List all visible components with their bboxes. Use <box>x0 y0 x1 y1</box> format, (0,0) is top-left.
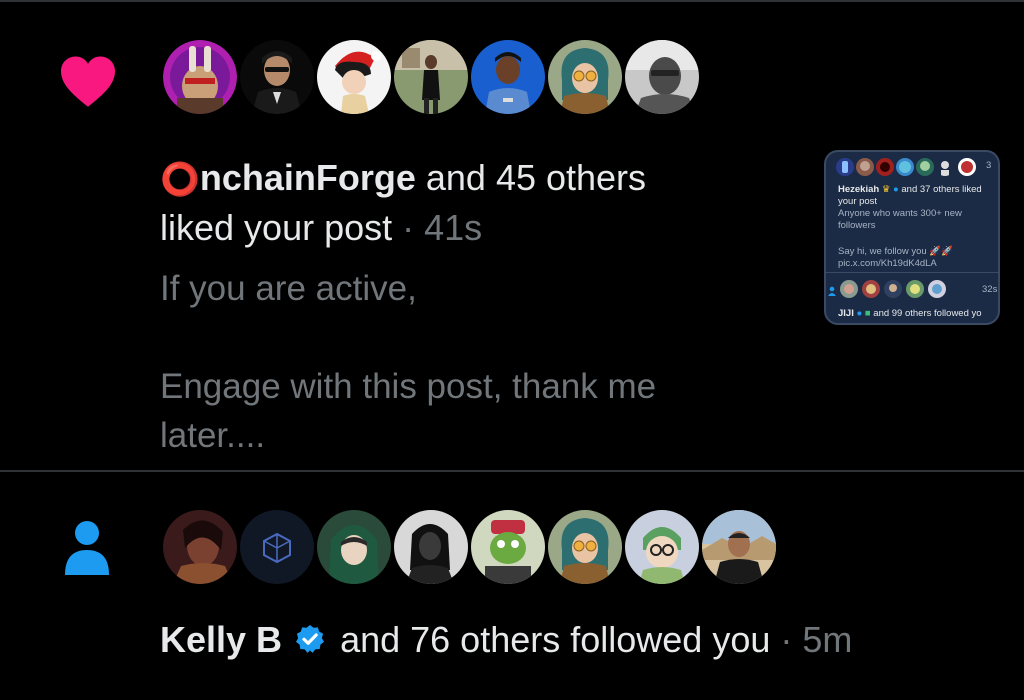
thumb-actor: Hezekiah <box>838 184 880 195</box>
avatar[interactable] <box>163 40 237 114</box>
avatar <box>896 158 914 176</box>
thumb-others: and 37 others liked <box>898 184 982 195</box>
avatar[interactable] <box>394 40 468 114</box>
avatar[interactable] <box>471 40 545 114</box>
crown-icon: ♛ <box>881 184 891 195</box>
person-icon <box>828 283 836 296</box>
thumb-follow-text: and 99 others followed yo <box>870 308 982 319</box>
timestamp: 5m <box>802 619 853 660</box>
avatar[interactable] <box>394 510 468 584</box>
others-text: and 45 others <box>415 157 647 198</box>
avatar <box>836 158 854 176</box>
thumb-line2: your post <box>838 196 878 207</box>
like-action-line: liked your post · 41s <box>160 206 482 250</box>
divider <box>826 272 998 273</box>
logo-glyph: ⭕ <box>160 161 200 197</box>
avatar <box>862 280 880 298</box>
avatar <box>906 280 924 298</box>
thumb-post-line2: followers <box>838 220 876 231</box>
thumb-follow-actor: JIJI <box>838 308 854 319</box>
thumb-follow-line: JIJI ● ■ and 99 others followed yo <box>838 308 982 320</box>
separator: · <box>392 207 425 248</box>
verified-icon <box>294 621 326 653</box>
thumb-post-line1: Anyone who wants 300+ new <box>838 208 962 219</box>
avatar <box>856 158 874 176</box>
actor-name[interactable]: nchainForge <box>200 157 416 198</box>
avatar[interactable] <box>163 510 237 584</box>
avatar[interactable] <box>625 40 699 114</box>
thumb-line: Hezekiah ♛ ● and 37 others liked <box>838 184 982 196</box>
avatar[interactable] <box>548 510 622 584</box>
notification-follow[interactable]: Kelly B and 76 others followed you · 5m <box>0 472 1024 700</box>
avatar <box>876 158 894 176</box>
separator: · <box>770 619 803 660</box>
avatar[interactable] <box>317 40 391 114</box>
verified-icon: ● <box>856 308 863 319</box>
avatar[interactable] <box>625 510 699 584</box>
avatar <box>928 280 946 298</box>
post-image-thumbnail[interactable]: 3 Hezekiah ♛ ● and 37 others liked your … <box>824 150 1000 325</box>
notification-like[interactable]: ⭕nchainForge and 45 others liked your po… <box>0 2 1024 472</box>
avatar[interactable] <box>471 510 545 584</box>
avatar[interactable] <box>317 510 391 584</box>
action-text: liked your post <box>160 207 393 248</box>
avatar[interactable] <box>240 40 314 114</box>
thumb-time2: 32s <box>982 284 998 295</box>
avatar <box>884 280 902 298</box>
actor-name[interactable]: Kelly B <box>160 619 282 660</box>
follow-summary: Kelly B and 76 others followed you · 5m <box>160 618 852 662</box>
avatar <box>840 280 858 298</box>
timestamp: 41s <box>424 207 483 248</box>
avatar <box>916 158 934 176</box>
others-text: and 76 others followed you <box>330 619 771 660</box>
post-text[interactable]: If you are active, Engage with this post… <box>160 264 800 460</box>
avatar <box>958 158 976 176</box>
thumb-post-line4: pic.x.com/Kh19dK4dLA <box>838 258 937 269</box>
avatar[interactable] <box>548 40 622 114</box>
person-icon <box>64 520 110 576</box>
like-summary: ⭕nchainForge and 45 others <box>160 156 646 201</box>
thumb-time: 3 <box>986 160 992 171</box>
thumb-post-line3: Say hi, we follow you 🚀🚀 <box>838 246 954 257</box>
heart-icon <box>58 54 118 108</box>
avatar <box>936 158 954 176</box>
avatar[interactable] <box>240 510 314 584</box>
avatar[interactable] <box>702 510 776 584</box>
